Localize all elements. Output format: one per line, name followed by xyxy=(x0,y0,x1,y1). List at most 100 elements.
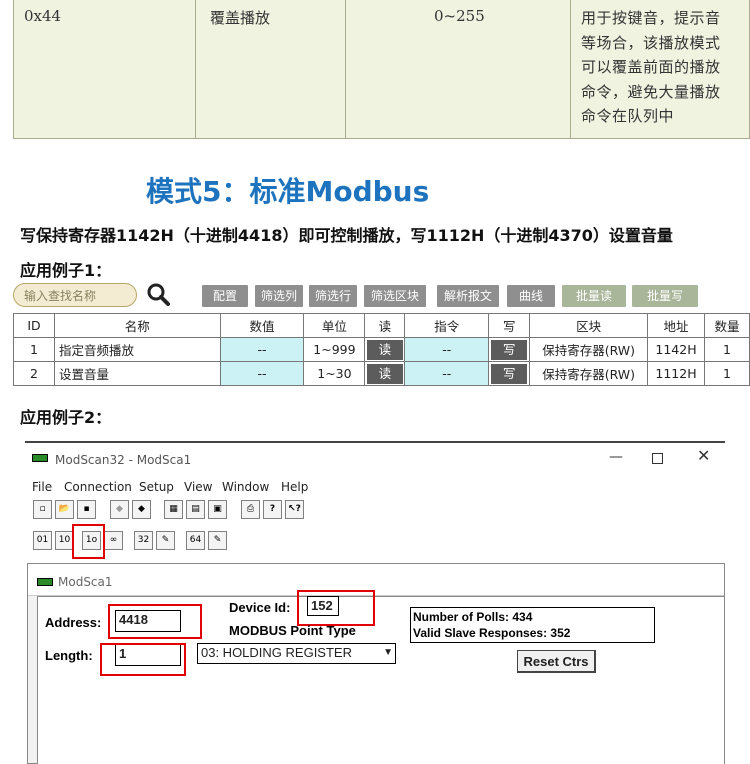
read-button[interactable]: 读 xyxy=(366,363,403,384)
highlight-box xyxy=(108,604,202,639)
col-header: 数值 xyxy=(219,313,305,338)
table-row[interactable]: 1 指定音频播放 -- 1~999 读 -- 写 保持寄存器(RW) 1142H… xyxy=(13,337,750,362)
table-row[interactable]: 2 设置音量 -- 1~30 读 -- 写 保持寄存器(RW) 1112H 1 xyxy=(13,361,750,386)
open-icon[interactable]: 📂 xyxy=(55,500,74,519)
input-register-icon[interactable]: ∞ xyxy=(104,531,123,550)
read-button[interactable]: 读 xyxy=(366,339,403,360)
example1-title: 应用例子1： xyxy=(20,261,112,280)
col-header: 读 xyxy=(364,313,406,338)
print-icon[interactable]: ⎙ xyxy=(241,500,260,519)
display-icon[interactable]: ▤ xyxy=(186,500,205,519)
cell-id: 1 xyxy=(13,337,55,362)
col-header: ID xyxy=(13,313,55,338)
multi-coil-icon[interactable]: 64 xyxy=(186,531,205,550)
polls-count: Number of Polls: 434 xyxy=(413,610,533,624)
intro-text: 写保持寄存器1142H（十进制4418）即可控制播放，写1112H（十进制437… xyxy=(20,226,673,245)
menu-help[interactable]: Help xyxy=(281,480,308,494)
cell-write: 写 xyxy=(488,361,531,386)
col-divider xyxy=(570,0,571,138)
multi-register-icon[interactable]: ✎ xyxy=(208,531,227,550)
parse-message-button[interactable]: 解析报文 xyxy=(437,285,499,307)
batch-read-button[interactable]: 批量读 xyxy=(562,285,626,307)
window-title: ModScan32 - ModSca1 xyxy=(55,453,192,467)
cell-value[interactable]: -- xyxy=(219,337,305,362)
help-icon[interactable]: ? xyxy=(263,500,282,519)
cell-write: 写 xyxy=(488,337,531,362)
child-titlebar: ModSca1 xyxy=(28,564,724,596)
reset-counters-button[interactable]: Reset Ctrs xyxy=(517,650,596,673)
menu-setup[interactable]: Setup xyxy=(139,480,174,494)
desc-line: 命令在队列中 xyxy=(581,107,675,125)
maximize-button[interactable] xyxy=(652,453,663,464)
disconnect-icon[interactable]: ◆ xyxy=(132,500,151,519)
child-icon xyxy=(37,578,53,586)
poll-stats-box: Number of Polls: 434 Valid Slave Respons… xyxy=(410,607,655,643)
col-header: 地址 xyxy=(647,313,705,338)
cell-address: 1142H xyxy=(647,337,705,362)
write-button[interactable]: 写 xyxy=(491,363,528,384)
save-icon[interactable]: ▪ xyxy=(77,500,96,519)
cell-name: 指定音频播放 xyxy=(53,337,221,362)
context-help-icon[interactable]: ↖? xyxy=(285,500,304,519)
app-icon xyxy=(32,454,48,462)
cell-address: 1112H xyxy=(647,361,705,386)
mode-title: 模式5：标准Modbus xyxy=(146,175,430,208)
device-id-label: Device Id: xyxy=(229,600,291,615)
col-header: 指令 xyxy=(404,313,490,338)
filter-row-button[interactable]: 筛选行 xyxy=(309,285,357,307)
config-button[interactable]: 配置 xyxy=(202,285,248,307)
cell-unit: 1~30 xyxy=(303,361,366,386)
menu-connection[interactable]: Connection xyxy=(64,480,132,494)
cell-block: 保持寄存器(RW) xyxy=(529,361,649,386)
menu-window[interactable]: Window xyxy=(222,480,269,494)
param-code: 0x44 xyxy=(24,7,62,25)
desc-line: 可以覆盖前面的播放 xyxy=(581,58,721,76)
cell-value[interactable]: -- xyxy=(219,361,305,386)
write-coil-icon[interactable]: 32 xyxy=(134,531,153,550)
desc-line: 命令，避免大量播放 xyxy=(581,82,721,101)
search-icon[interactable] xyxy=(146,282,170,306)
table-header-row: ID 名称 数值 单位 读 指令 写 区块 地址 数量 xyxy=(13,313,750,338)
tile-icon[interactable]: ▦ xyxy=(164,500,183,519)
close-button[interactable]: ✕ xyxy=(697,446,710,465)
param-table: 0x44 覆盖播放 0~255 用于按键音，提示音 等场合，该播放模式 可以覆盖… xyxy=(13,0,750,139)
desc-line: 用于按键音，提示音 xyxy=(581,9,721,27)
desc-line: 等场合，该播放模式 xyxy=(581,33,721,52)
connect-icon[interactable]: ◆ xyxy=(110,500,129,519)
address-label: Address: xyxy=(45,615,102,630)
point-type-select[interactable]: 03: HOLDING REGISTER ▼ xyxy=(197,643,396,664)
coil-status-icon[interactable]: 01 xyxy=(33,531,52,550)
child-title: ModSca1 xyxy=(58,575,113,589)
filter-column-button[interactable]: 筛选列 xyxy=(255,285,303,307)
length-label: Length: xyxy=(45,648,93,663)
param-range: 0~255 xyxy=(434,7,485,25)
highlight-box xyxy=(297,590,375,626)
cell-block: 保持寄存器(RW) xyxy=(529,337,649,362)
cell-read: 读 xyxy=(364,361,406,386)
write-register-icon[interactable]: ✎ xyxy=(156,531,175,550)
highlight-box xyxy=(72,524,105,559)
cell-name: 设置音量 xyxy=(53,361,221,386)
menu-view[interactable]: View xyxy=(184,480,212,494)
write-button[interactable]: 写 xyxy=(491,339,528,360)
col-header: 名称 xyxy=(53,313,221,338)
col-header: 单位 xyxy=(303,313,366,338)
cell-command[interactable]: -- xyxy=(404,361,490,386)
cell-count: 1 xyxy=(704,337,750,362)
batch-write-button[interactable]: 批量写 xyxy=(632,285,698,307)
menu-file[interactable]: File xyxy=(32,480,52,494)
point-type-label: MODBUS Point Type xyxy=(229,623,356,638)
filter-block-button[interactable]: 筛选区块 xyxy=(364,285,426,307)
valid-responses: Valid Slave Responses: 352 xyxy=(413,626,571,640)
minimize-button[interactable]: — xyxy=(609,449,623,465)
search-input[interactable]: 输入查找名称 xyxy=(13,283,137,307)
new-icon[interactable]: ▫ xyxy=(33,500,52,519)
window-icon[interactable]: ▣ xyxy=(208,500,227,519)
cell-read: 读 xyxy=(364,337,406,362)
cell-command[interactable]: -- xyxy=(404,337,490,362)
col-divider xyxy=(195,0,196,138)
curve-button[interactable]: 曲线 xyxy=(507,285,555,307)
chevron-down-icon[interactable]: ▼ xyxy=(383,644,393,662)
col-header: 写 xyxy=(488,313,531,338)
col-header: 区块 xyxy=(529,313,649,338)
